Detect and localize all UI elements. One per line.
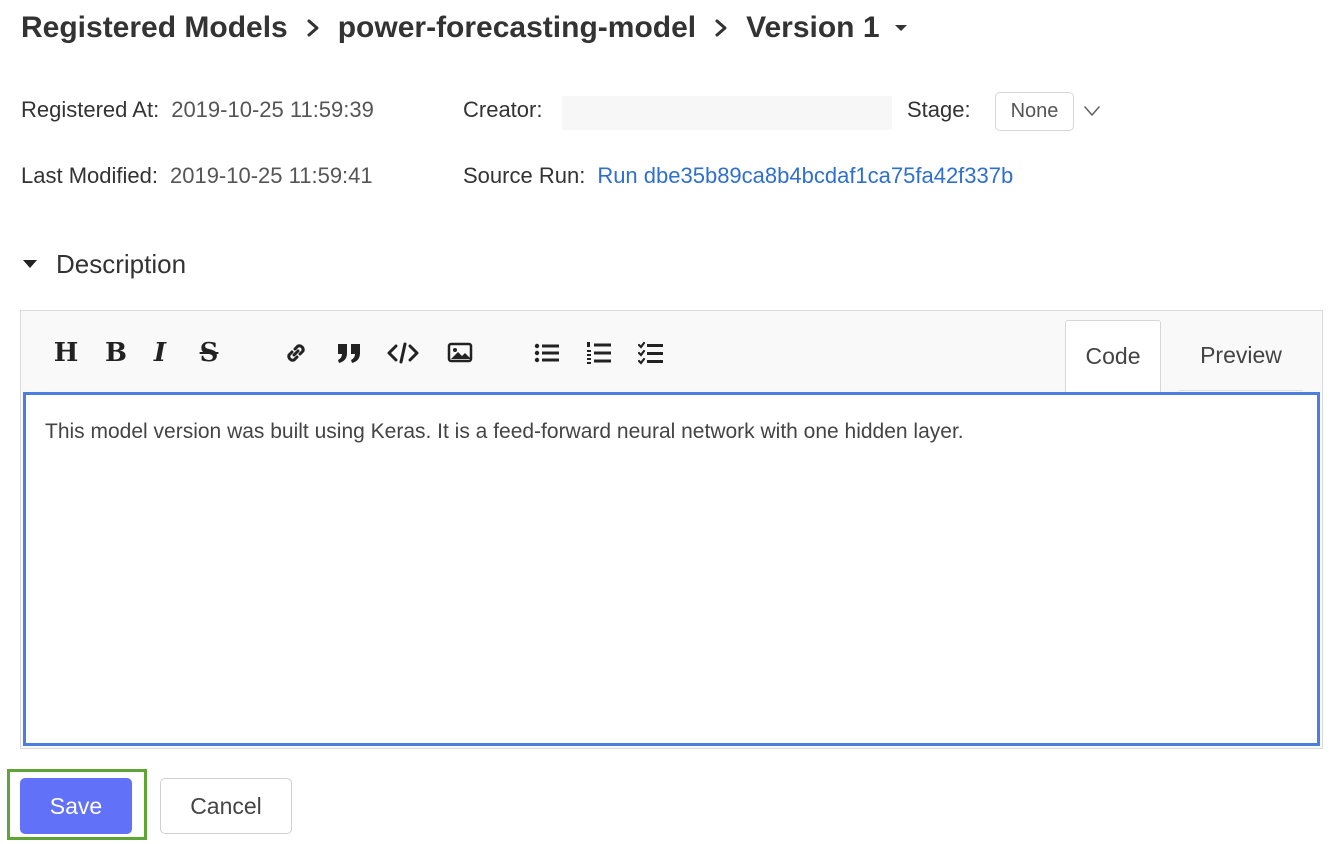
description-label: Description bbox=[56, 248, 187, 279]
creator-value-redacted bbox=[562, 96, 892, 130]
source-run-link[interactable]: Run dbe35b89ca8b4bcdaf1ca75fa42f337b bbox=[597, 163, 1013, 188]
unordered-list-icon[interactable] bbox=[533, 337, 561, 369]
markdown-editor: H B I S Code Preview This model version … bbox=[20, 310, 1323, 749]
model-version-page: Registered Models power-forecasting-mode… bbox=[0, 0, 1342, 844]
code-icon[interactable] bbox=[386, 337, 420, 369]
breadcrumb-registered-models[interactable]: Registered Models bbox=[21, 11, 288, 45]
creator: Creator: bbox=[463, 97, 554, 123]
last-modified-value: 2019-10-25 11:59:41 bbox=[169, 163, 373, 188]
caret-down-icon bbox=[22, 258, 38, 270]
version-dropdown-caret-icon[interactable] bbox=[894, 23, 908, 33]
source-run: Source Run: Run dbe35b89ca8b4bcdaf1ca75fa… bbox=[463, 163, 1013, 189]
task-list-icon[interactable] bbox=[637, 337, 665, 369]
cancel-button-label: Cancel bbox=[190, 792, 262, 819]
chevron-down-icon[interactable] bbox=[1082, 101, 1102, 121]
registered-at: Registered At: 2019-10-25 11:59:39 bbox=[21, 97, 374, 123]
colon: : bbox=[151, 163, 158, 188]
creator-label: Creator bbox=[463, 97, 537, 122]
chevron-right-icon bbox=[714, 18, 728, 38]
colon: : bbox=[964, 97, 971, 122]
breadcrumb-version: Version 1 bbox=[746, 11, 880, 44]
tab-preview[interactable]: Preview bbox=[1179, 320, 1303, 391]
description-textarea[interactable]: This model version was built using Keras… bbox=[23, 392, 1320, 746]
breadcrumb-model-name[interactable]: power-forecasting-model bbox=[338, 11, 696, 45]
last-modified-label: Last Modified bbox=[21, 163, 152, 188]
description-toggle[interactable]: Description bbox=[22, 246, 186, 282]
registered-at-value: 2019-10-25 11:59:39 bbox=[171, 97, 374, 122]
registered-at-label: Registered At bbox=[21, 97, 154, 122]
colon: : bbox=[579, 163, 586, 188]
stage-label: Stage bbox=[907, 97, 965, 122]
breadcrumb: Registered Models power-forecasting-mode… bbox=[21, 8, 908, 48]
last-modified: Last Modified: 2019-10-25 11:59:41 bbox=[21, 163, 373, 189]
source-run-label: Source Run bbox=[463, 163, 580, 188]
chevron-right-icon bbox=[306, 18, 320, 38]
stage-select[interactable]: None bbox=[995, 92, 1074, 131]
bold-icon[interactable]: B bbox=[103, 337, 129, 369]
colon: : bbox=[153, 97, 160, 122]
ordered-list-icon[interactable] bbox=[585, 337, 613, 369]
strikethrough-icon[interactable]: S bbox=[195, 337, 223, 369]
tab-code[interactable]: Code bbox=[1065, 320, 1161, 392]
header-icon[interactable]: H bbox=[51, 337, 81, 369]
link-icon[interactable] bbox=[281, 337, 311, 369]
italic-icon[interactable]: I bbox=[149, 337, 171, 369]
tab-code-label: Code bbox=[1085, 343, 1141, 369]
stage: Stage: bbox=[907, 97, 983, 123]
image-icon[interactable] bbox=[445, 337, 475, 369]
cancel-button[interactable]: Cancel bbox=[160, 778, 292, 834]
save-button[interactable]: Save bbox=[20, 778, 132, 834]
stage-select-value: None bbox=[1010, 100, 1059, 122]
tab-preview-label: Preview bbox=[1200, 341, 1282, 368]
quote-icon[interactable] bbox=[334, 337, 364, 369]
save-button-label: Save bbox=[49, 792, 103, 819]
colon: : bbox=[536, 97, 543, 122]
